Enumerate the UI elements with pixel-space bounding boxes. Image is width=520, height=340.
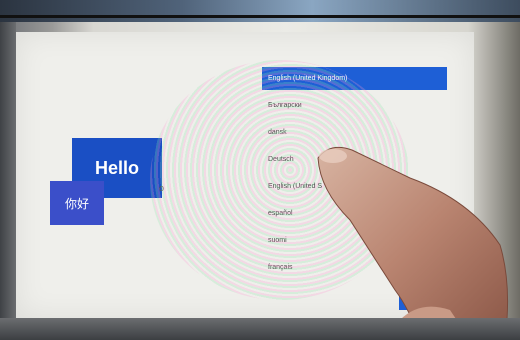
language-list: English (United Kingdom) Български dansk… bbox=[262, 67, 447, 283]
top-strip bbox=[0, 0, 520, 22]
language-option[interactable]: English (United Kingdom) bbox=[262, 67, 447, 90]
language-option[interactable]: suomi bbox=[262, 229, 447, 252]
nihao-text: 你好 bbox=[64, 196, 89, 211]
language-option[interactable]: Български bbox=[262, 94, 447, 117]
language-option[interactable]: dansk bbox=[262, 121, 447, 144]
language-option[interactable]: Deutsch bbox=[262, 148, 447, 171]
hello-text: Hello bbox=[94, 157, 139, 178]
yes-button[interactable]: Yes bbox=[399, 292, 447, 310]
photo: Hello o 你好 English (United Kingdom) Бълг… bbox=[0, 0, 520, 340]
nihao-tile: 你好 bbox=[50, 181, 104, 225]
language-option[interactable]: English (United S bbox=[262, 175, 447, 198]
language-option[interactable]: español bbox=[262, 202, 447, 225]
bottom-bezel bbox=[0, 318, 520, 340]
top-rule bbox=[0, 15, 520, 18]
left-bezel bbox=[0, 22, 16, 340]
language-option[interactable]: français bbox=[262, 256, 447, 279]
hello-tile-extra: o bbox=[159, 183, 165, 193]
